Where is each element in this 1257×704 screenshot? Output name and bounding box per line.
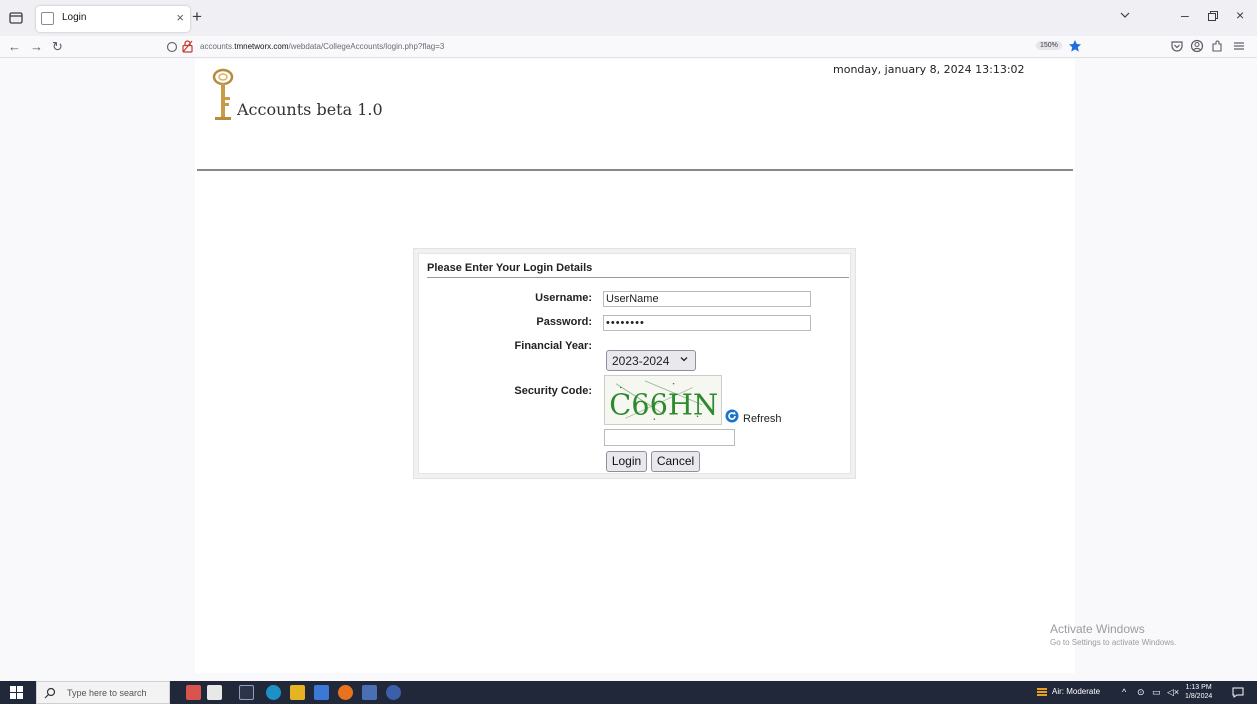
windows-start-icon[interactable] bbox=[10, 686, 23, 699]
task-view-icon[interactable] bbox=[239, 685, 254, 700]
refresh-captcha-link[interactable]: Refresh bbox=[743, 413, 782, 425]
financial-year-label: Financial Year: bbox=[514, 340, 592, 352]
taskbar-search-box[interactable]: Type here to search bbox=[36, 681, 170, 704]
hamburger-menu-icon[interactable] bbox=[1232, 39, 1246, 53]
browser-tab-login[interactable]: Login × bbox=[36, 6, 190, 32]
app-title: Accounts beta 1.0 bbox=[237, 100, 383, 119]
login-button[interactable]: Login bbox=[606, 451, 647, 472]
file-explorer-icon[interactable] bbox=[290, 685, 305, 700]
network-icon[interactable]: ▭ bbox=[1152, 687, 1161, 698]
page-viewport: Accounts beta 1.0 monday, january 8, 202… bbox=[0, 59, 1257, 673]
page-favicon-icon bbox=[41, 12, 54, 25]
captcha-text: C66HN bbox=[609, 387, 718, 421]
taskbar-clock[interactable]: 1:13 PM 1/8/2024 bbox=[1185, 683, 1212, 701]
pocket-icon[interactable] bbox=[1170, 39, 1184, 53]
window-close-icon[interactable]: × bbox=[1236, 7, 1244, 23]
back-arrow-icon[interactable]: ← bbox=[8, 39, 21, 55]
microsoft-store-icon[interactable] bbox=[314, 685, 329, 700]
volume-muted-icon[interactable]: ◁× bbox=[1167, 687, 1179, 698]
bookmark-star-icon[interactable] bbox=[1068, 39, 1082, 53]
address-bar[interactable]: accounts.tmnetworx.com/webdata/CollegeAc… bbox=[160, 38, 1090, 56]
tab-title: Login bbox=[62, 12, 87, 23]
notifications-icon[interactable] bbox=[1232, 687, 1244, 698]
forward-arrow-icon[interactable]: → bbox=[30, 39, 43, 55]
password-label: Password: bbox=[536, 316, 592, 328]
browser-tab-bar: Login × + – × bbox=[0, 0, 1257, 36]
search-icon bbox=[44, 687, 56, 699]
key-logo-icon bbox=[212, 68, 234, 120]
extensions-icon[interactable] bbox=[1210, 39, 1224, 53]
taskbar-app-circle-icon[interactable] bbox=[386, 685, 401, 700]
financial-year-select[interactable]: 2023-2024 bbox=[606, 350, 696, 371]
refresh-icon[interactable] bbox=[725, 409, 739, 423]
taskbar-app-avatar-icon[interactable] bbox=[186, 685, 201, 700]
username-input[interactable] bbox=[603, 291, 811, 307]
windows-taskbar: Type here to search Air: Moderate ^ ⊙ ▭ … bbox=[0, 681, 1257, 704]
cancel-button[interactable]: Cancel bbox=[651, 451, 700, 472]
login-heading: Please Enter Your Login Details bbox=[427, 262, 849, 278]
weather-status[interactable]: Air: Moderate bbox=[1052, 687, 1100, 696]
tab-list-icon[interactable] bbox=[8, 10, 24, 26]
reload-icon[interactable]: ↻ bbox=[52, 39, 63, 55]
window-minimize-icon[interactable]: – bbox=[1181, 7, 1189, 23]
captcha-image: C66HN bbox=[604, 375, 722, 425]
financial-year-value: 2023-2024 bbox=[612, 354, 670, 368]
activate-windows-title: Activate Windows bbox=[1050, 622, 1145, 636]
url-text: accounts.tmnetworx.com/webdata/CollegeAc… bbox=[200, 42, 445, 51]
security-code-input[interactable] bbox=[604, 429, 735, 446]
taskbar-app-window-icon[interactable] bbox=[362, 685, 377, 700]
taskbar-app-cone-icon[interactable] bbox=[207, 685, 222, 700]
tray-chevron-up-icon[interactable]: ^ bbox=[1122, 687, 1126, 697]
air-quality-icon[interactable] bbox=[1036, 686, 1048, 698]
username-label: Username: bbox=[535, 292, 592, 304]
account-icon[interactable] bbox=[1190, 39, 1204, 53]
clock-date: 1/8/2024 bbox=[1185, 693, 1213, 700]
browser-nav-bar: ← → ↻ accounts.tmnetworx.com/webdata/Col… bbox=[0, 36, 1257, 58]
tray-device-icon[interactable]: ⊙ bbox=[1137, 687, 1145, 698]
login-panel: Please Enter Your Login Details Username… bbox=[413, 248, 856, 479]
clock-time: 1:13 PM bbox=[1185, 684, 1212, 691]
firefox-icon[interactable] bbox=[338, 685, 353, 700]
login-panel-inner: Please Enter Your Login Details Username… bbox=[418, 253, 851, 474]
chevron-down-icon bbox=[680, 357, 688, 362]
shield-icon[interactable] bbox=[166, 41, 178, 53]
list-all-tabs-chevron-down-icon[interactable] bbox=[1118, 8, 1132, 22]
activate-windows-watermark: Activate Windows Go to Settings to activ… bbox=[1050, 622, 1176, 647]
password-input[interactable]: •••••••• bbox=[603, 315, 811, 331]
current-datetime: monday, january 8, 2024 13:13:02 bbox=[833, 63, 1025, 76]
activate-windows-subtitle: Go to Settings to activate Windows. bbox=[1050, 638, 1177, 647]
page-content: Accounts beta 1.0 monday, january 8, 202… bbox=[195, 59, 1075, 673]
edge-browser-icon[interactable] bbox=[266, 685, 281, 700]
tab-close-icon[interactable]: × bbox=[176, 10, 184, 26]
security-code-label: Security Code: bbox=[514, 385, 592, 397]
window-restore-icon[interactable] bbox=[1208, 11, 1218, 21]
header-divider bbox=[197, 169, 1073, 171]
insecure-lock-icon[interactable] bbox=[182, 40, 193, 53]
zoom-level-badge[interactable]: 150% bbox=[1036, 41, 1062, 50]
new-tab-icon[interactable]: + bbox=[192, 8, 202, 26]
taskbar-search-placeholder: Type here to search bbox=[67, 688, 147, 698]
